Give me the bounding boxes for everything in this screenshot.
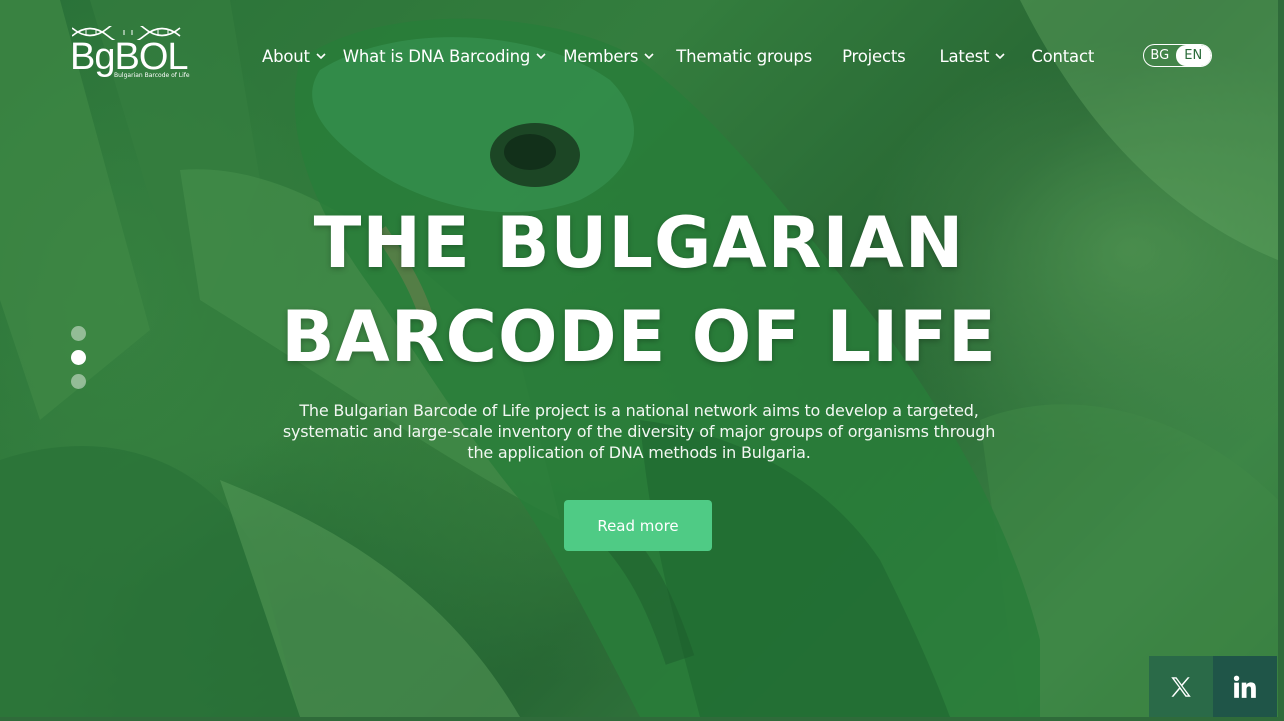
hero-title-line-2: BARCODE OF LIFE [281,296,997,378]
nav-item-projects[interactable]: Projects [842,46,906,66]
hero-description: The Bulgarian Barcode of Life project is… [282,401,996,462]
chevron-down-icon [995,52,1005,60]
chevron-down-icon [316,52,326,60]
slider-dot-2[interactable] [71,350,86,365]
nav-item-latest[interactable]: Latest [940,47,1006,66]
slider-dot-1[interactable] [71,326,86,341]
nav-item-label: Thematic groups [676,46,813,66]
nav-item-thematic-groups[interactable]: Thematic groups [676,47,812,66]
nav-item-members[interactable]: Members [563,47,654,66]
x-twitter-icon [1171,676,1191,697]
logo-tagline: Bulgarian Barcode of Life [114,72,190,79]
read-more-button[interactable]: Read more [564,500,712,551]
nav-item-about[interactable]: About [262,47,326,66]
site-logo[interactable]: BgBOL Bulgarian Barcode of Life [70,26,192,82]
nav-item-label: Latest [939,46,990,66]
nav-item-label: Contact [1031,46,1095,66]
slider-dot-3[interactable] [71,374,86,389]
social-links [1149,656,1278,717]
language-switcher: BG EN [1143,44,1212,67]
hero-title: THE BULGARIAN BARCODE OF LIFE [239,196,1039,384]
nav-item-what-is-dna-barcoding[interactable]: What is DNA Barcoding [343,47,546,66]
linkedin-link[interactable] [1213,656,1277,717]
slider-pagination [71,326,87,398]
chevron-down-icon [536,52,546,60]
main-nav: About What is DNA Barcoding Members Them… [262,44,1094,68]
lang-option-bg[interactable]: BG [1144,45,1176,66]
nav-item-label: Members [563,46,639,66]
hero-title-line-1: THE BULGARIAN [313,202,965,284]
x-twitter-link[interactable] [1149,656,1213,717]
nav-item-label: About [262,46,310,66]
chevron-down-icon [644,52,654,60]
lang-option-en[interactable]: EN [1175,45,1211,66]
nav-item-contact[interactable]: Contact [1031,47,1094,66]
nav-item-label: What is DNA Barcoding [342,46,531,66]
linkedin-icon [1233,675,1256,698]
nav-item-label: Projects [842,46,906,66]
